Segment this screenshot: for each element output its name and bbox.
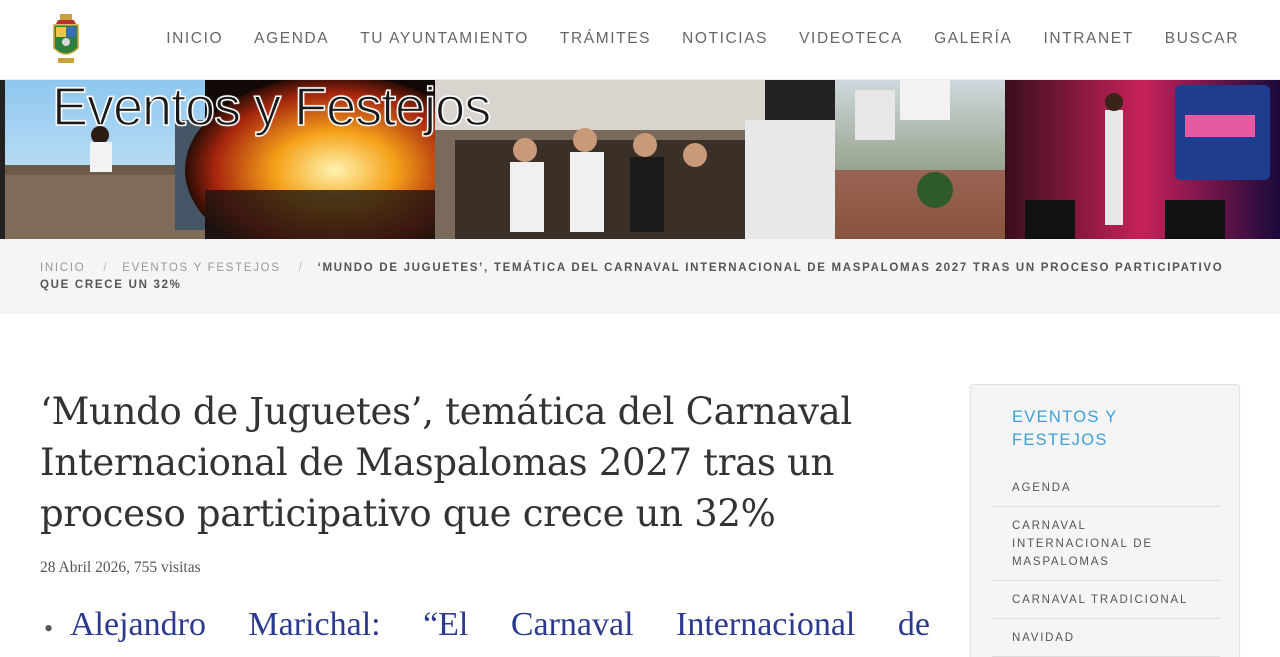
lead-word: de: [897, 606, 930, 643]
article-meta: 28 Abril 2026, 755 visitas: [40, 559, 201, 576]
nav-tramites[interactable]: TRÁMITES: [560, 30, 651, 48]
lead-word: Alejandro: [70, 606, 206, 643]
main-nav: INICIO AGENDA TU AYUNTAMIENTO TRÁMITES N…: [135, 30, 1239, 48]
lead-word: Marichal:: [248, 606, 381, 643]
sidebar-item-agenda[interactable]: AGENDA: [992, 469, 1220, 507]
nav-noticias[interactable]: NOTICIAS: [682, 30, 768, 48]
coat-of-arms-logo[interactable]: [52, 14, 80, 66]
breadcrumb-home[interactable]: INICIO: [40, 262, 85, 274]
lead-word: Internacional: [676, 606, 856, 643]
sidebar-item-carnaval-internacional[interactable]: CARNAVAL INTERNACIONAL DE MASPALOMAS: [992, 507, 1220, 581]
article-title: ‘Mundo de Juguetes’, temática del Carnav…: [40, 390, 852, 535]
lead-text: Alejandro Marichal: “El Carnaval Interna…: [70, 606, 930, 644]
sidebar-item-navidad[interactable]: NAVIDAD: [992, 619, 1220, 657]
breadcrumb: INICIO / EVENTOS Y FESTEJOS / ‘MUNDO DE JUGU…: [40, 260, 1240, 294]
breadcrumb-bar: INICIO / EVENTOS Y FESTEJOS / ‘MUNDO DE JUGU…: [0, 239, 1280, 314]
nav-videoteca[interactable]: VIDEOTECA: [799, 30, 903, 48]
breadcrumb-separator: /: [103, 262, 109, 274]
sidebar-title: EVENTOS Y FESTEJOS: [1012, 408, 1118, 449]
nav-inicio[interactable]: INICIO: [166, 30, 223, 48]
banner-title: Eventos y Festejos: [51, 80, 492, 138]
sidebar-widget: EVENTOS Y FESTEJOS AGENDA CARNAVAL INTER…: [970, 384, 1240, 657]
lead-word: Carnaval: [510, 606, 634, 643]
section-banner: Eventos y Festejos: [0, 80, 1280, 239]
nav-galeria[interactable]: GALERÍA: [934, 30, 1012, 48]
breadcrumb-separator: /: [298, 262, 304, 274]
lead-word: “El: [423, 606, 469, 643]
sidebar-menu: AGENDA CARNAVAL INTERNACIONAL DE MASPALO…: [992, 469, 1220, 657]
breadcrumb-section[interactable]: EVENTOS Y FESTEJOS: [122, 262, 280, 274]
nav-buscar[interactable]: BUSCAR: [1165, 30, 1239, 48]
sidebar-item-carnaval-tradicional[interactable]: CARNAVAL TRADICIONAL: [992, 581, 1220, 619]
nav-agenda[interactable]: AGENDA: [254, 30, 329, 48]
nav-tu-ayuntamiento[interactable]: TU AYUNTAMIENTO: [360, 30, 529, 48]
nav-intranet[interactable]: INTRANET: [1043, 30, 1133, 48]
top-header: INICIO AGENDA TU AYUNTAMIENTO TRÁMITES N…: [0, 0, 1280, 80]
bullet-icon: •: [44, 614, 54, 643]
